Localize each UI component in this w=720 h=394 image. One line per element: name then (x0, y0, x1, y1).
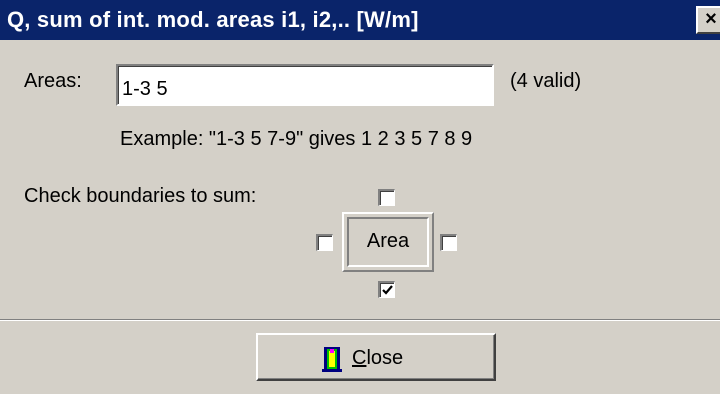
title-bar: Q, sum of int. mod. areas i1, i2,.. [W/m… (0, 0, 720, 40)
areas-input[interactable] (116, 64, 494, 106)
bottom-boundary-checkbox[interactable] (378, 281, 395, 298)
right-boundary-checkbox[interactable] (440, 234, 457, 251)
boundaries-label: Check boundaries to sum: (24, 185, 257, 207)
close-button[interactable]: Close (256, 333, 496, 381)
area-label: Area (347, 217, 429, 267)
areas-label: Areas: (24, 70, 82, 92)
top-boundary-checkbox[interactable] (378, 189, 395, 206)
area-indicator: Area (342, 212, 434, 272)
checkmark-icon (382, 285, 393, 295)
close-window-button[interactable]: × (696, 6, 720, 34)
door-exit-icon (322, 347, 342, 372)
separator (0, 319, 720, 321)
valid-count: (4 valid) (510, 70, 582, 92)
close-button-label: Close (352, 347, 404, 369)
window-title: Q, sum of int. mod. areas i1, i2,.. [W/m… (7, 7, 419, 32)
example-text: Example: "1-3 5 7-9" gives 1 2 3 5 7 8 9 (120, 128, 473, 150)
left-boundary-checkbox[interactable] (316, 234, 333, 251)
